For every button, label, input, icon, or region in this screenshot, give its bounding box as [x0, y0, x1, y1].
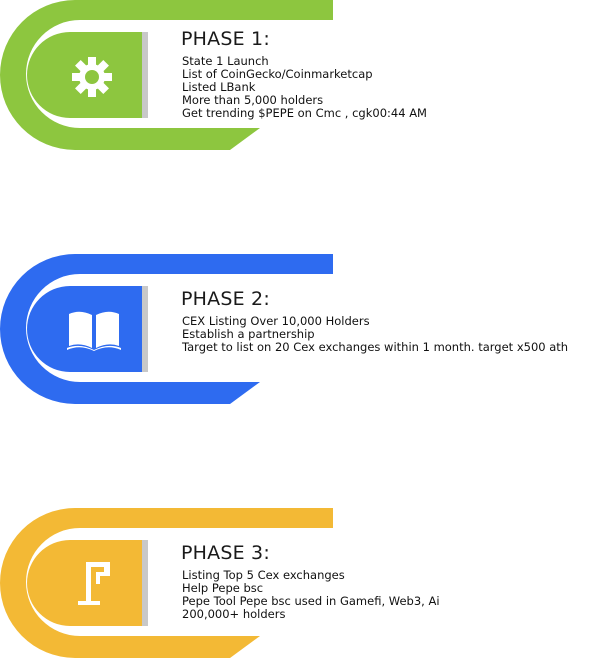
phase-3-title: PHASE 3:: [181, 542, 270, 564]
book-icon: [67, 311, 121, 351]
phase-3-list: Listing Top 5 Cex exchanges Help Pepe bs…: [182, 568, 440, 622]
phase-2-title: PHASE 2:: [181, 288, 270, 310]
phase-3-card: PHASE 3: Listing Top 5 Cex exchanges Hel…: [0, 508, 615, 658]
list-item: Target to list on 20 Cex exchanges withi…: [182, 340, 569, 355]
flag-icon: [78, 562, 110, 605]
phase-1-title: PHASE 1:: [181, 28, 270, 50]
gear-icon: [72, 57, 112, 97]
list-item: 200,000+ holders: [182, 607, 286, 622]
phase-2-list: CEX Listing Over 10,000 Holders Establis…: [182, 314, 569, 355]
phase-1-card: PHASE 1: State 1 Launch List of CoinGeck…: [0, 0, 615, 150]
phase-2-card: PHASE 2: CEX Listing Over 10,000 Holders…: [0, 254, 615, 404]
list-item: Get trending $PEPE on Cmc , cgk00:44 AM: [182, 106, 427, 121]
phase-1-list: State 1 Launch List of CoinGecko/Coinmar…: [182, 54, 427, 121]
